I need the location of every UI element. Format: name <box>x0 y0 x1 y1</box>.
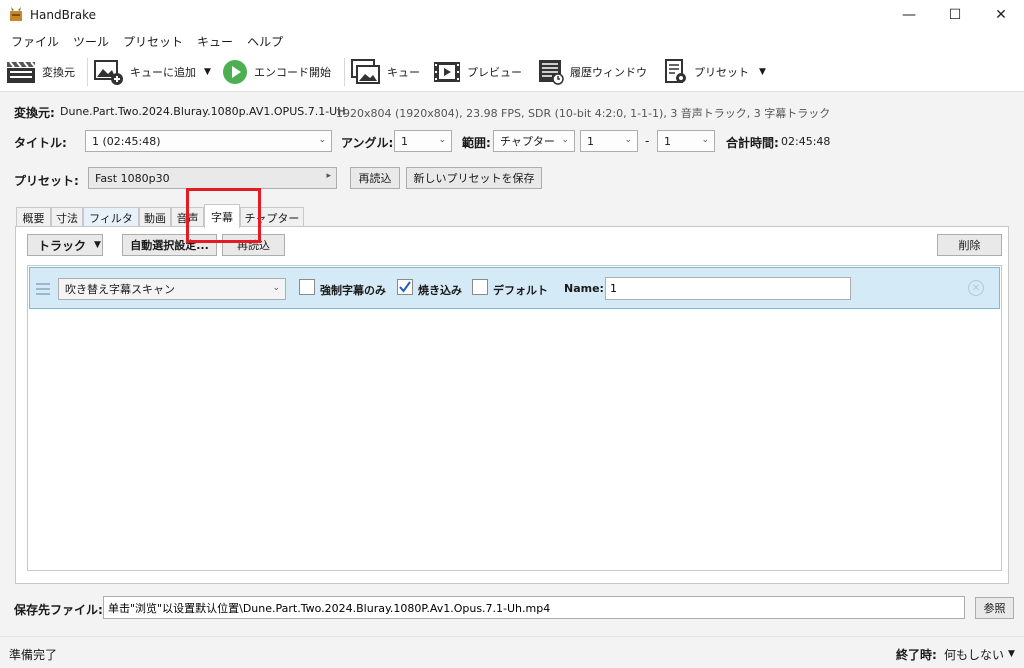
queue-stack-icon <box>351 59 380 84</box>
chevron-down-icon: ⌄ <box>438 135 446 145</box>
chevron-down-icon: ⌄ <box>624 135 632 145</box>
annotation-highlight-box <box>186 188 261 243</box>
preview-button[interactable]: プレビュー <box>433 58 522 86</box>
burn-in-checkbox[interactable] <box>397 279 413 295</box>
add-image-icon <box>94 60 123 85</box>
toolbar: 変換元 キューに追加 ▼ エンコード開始 キュー プレビュー 履歴ウィンドウ プ… <box>0 52 1024 92</box>
forced-only-label: 強制字幕のみ <box>320 284 386 297</box>
title-label: タイトル: <box>14 136 67 150</box>
chevron-down-icon[interactable]: ▼ <box>204 67 211 77</box>
handbrake-logo-icon <box>10 7 22 21</box>
subtitle-track-row[interactable]: 吹き替え字幕スキャン⌄ 強制字幕のみ 焼き込み デフォルト Name: ✕ <box>29 267 1000 309</box>
range-end-dropdown[interactable]: 1 ⌄ <box>657 130 715 152</box>
chevron-down-icon: ⌄ <box>318 135 326 145</box>
chevron-down-icon: ▼ <box>94 240 101 250</box>
status-text: 準備完了 <box>9 648 58 662</box>
title-bar: HandBrake — ☐ ✕ <box>0 0 1024 30</box>
menu-tools[interactable]: ツール <box>66 33 116 50</box>
chevron-down-icon: ⌄ <box>561 135 569 145</box>
when-done-label: 終了時: <box>896 648 937 662</box>
tab-dimensions[interactable]: 寸法 <box>51 207 83 227</box>
preset-selector[interactable]: Fast 1080p30 ▸ <box>88 167 337 189</box>
presets-button[interactable]: プリセット ▼ <box>664 58 766 86</box>
menu-queue[interactable]: キュー <box>190 33 240 50</box>
preset-document-gear-icon <box>665 59 686 83</box>
close-button[interactable]: ✕ <box>978 0 1024 30</box>
checkmark-icon <box>399 281 411 293</box>
minimize-button[interactable]: — <box>886 0 932 30</box>
chevron-down-icon: ⌄ <box>272 283 280 293</box>
remove-button[interactable]: 削除 <box>937 234 1002 256</box>
chevron-down-icon: ▼ <box>1008 649 1015 659</box>
queue-button[interactable]: キュー <box>351 58 420 86</box>
duration-value: 02:45:48 <box>781 135 831 148</box>
name-label: Name: <box>564 282 604 295</box>
range-dash: - <box>645 134 650 148</box>
forced-only-checkbox[interactable] <box>299 279 315 295</box>
range-label: 範囲: <box>462 136 491 150</box>
remove-track-icon[interactable]: ✕ <box>968 280 984 296</box>
menu-help[interactable]: ヘルプ <box>240 33 290 50</box>
preset-label: プリセット: <box>14 174 79 188</box>
burn-in-label: 焼き込み <box>418 284 462 297</box>
subtitle-track-dropdown[interactable]: 吹き替え字幕スキャン ⌄ <box>58 278 286 300</box>
range-type-dropdown[interactable]: チャプター ⌄ <box>493 130 575 152</box>
start-encode-button[interactable]: エンコード開始 <box>222 58 331 86</box>
destination-path-input[interactable] <box>103 596 965 619</box>
tab-filters[interactable]: フィルタ <box>83 207 139 227</box>
chevron-down-icon[interactable]: ▼ <box>759 67 766 77</box>
menu-bar: ファイル ツール プリセット キュー ヘルプ <box>0 30 1024 52</box>
chevron-right-icon: ▸ <box>326 171 331 181</box>
toolbar-separator <box>87 58 88 86</box>
menu-presets[interactable]: プリセット <box>116 33 190 50</box>
source-name: Dune.Part.Two.2024.Bluray.1080p.AV1.OPUS… <box>60 105 346 118</box>
menu-file[interactable]: ファイル <box>4 33 66 50</box>
tab-summary[interactable]: 概要 <box>16 207 51 227</box>
subtitle-name-input[interactable] <box>605 277 851 300</box>
source-label: 変換元: <box>14 106 55 120</box>
reload-preset-button[interactable]: 再読込 <box>350 167 400 189</box>
activity-log-icon <box>539 60 564 85</box>
angle-dropdown[interactable]: 1 ⌄ <box>394 130 452 152</box>
film-preview-icon <box>434 62 460 82</box>
status-bar: 準備完了 終了時: 何もしない ▼ <box>0 636 1024 668</box>
title-dropdown[interactable]: 1 (02:45:48) ⌄ <box>85 130 332 152</box>
when-done-dropdown[interactable]: 何もしない ▼ <box>944 646 1015 663</box>
maximize-button[interactable]: ☐ <box>932 0 978 30</box>
range-start-dropdown[interactable]: 1 ⌄ <box>580 130 638 152</box>
clapperboard-icon <box>7 61 36 83</box>
drag-handle-icon[interactable] <box>36 283 50 295</box>
tracks-dropdown-button[interactable]: トラック ▼ <box>27 234 103 256</box>
default-label: デフォルト <box>493 284 548 297</box>
browse-button[interactable]: 参照 <box>975 597 1014 619</box>
activity-window-button[interactable]: 履歴ウィンドウ <box>538 58 647 86</box>
source-button[interactable]: 変換元 <box>6 58 75 86</box>
window-title: HandBrake <box>30 8 97 22</box>
default-checkbox[interactable] <box>472 279 488 295</box>
duration-label: 合計時間: <box>726 136 779 150</box>
source-info: 1920x804 (1920x804), 23.98 FPS, SDR (10-… <box>336 107 831 120</box>
save-new-preset-button[interactable]: 新しいプリセットを保存 <box>406 167 542 189</box>
play-icon <box>223 60 247 84</box>
subtitle-track-list <box>27 265 1002 571</box>
toolbar-separator <box>344 58 345 86</box>
angle-label: アングル: <box>341 136 394 150</box>
destination-label: 保存先ファイル: <box>14 603 103 617</box>
add-to-queue-button[interactable]: キューに追加 ▼ <box>94 58 211 86</box>
chevron-down-icon: ⌄ <box>701 135 709 145</box>
tab-video[interactable]: 動画 <box>139 207 171 227</box>
